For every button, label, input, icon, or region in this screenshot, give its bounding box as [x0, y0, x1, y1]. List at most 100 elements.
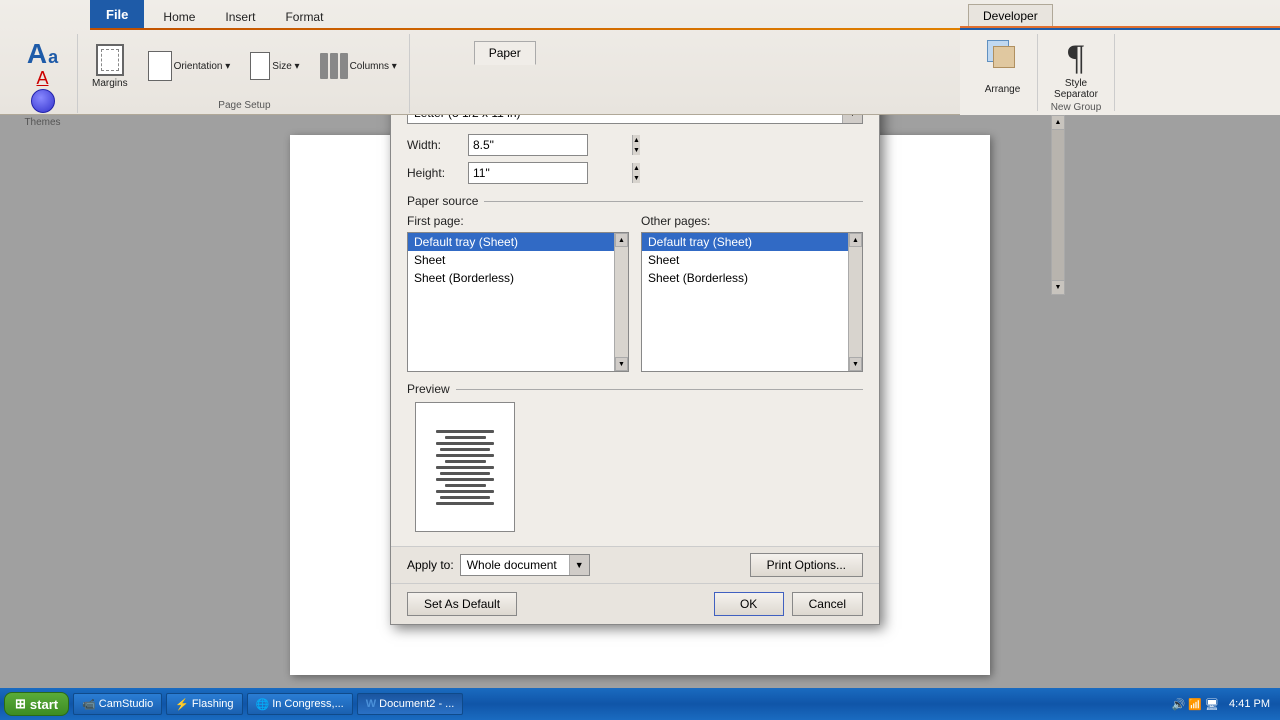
first-page-item-1[interactable]: Sheet [408, 251, 614, 269]
height-input[interactable] [469, 166, 632, 180]
document-icon: W [366, 698, 376, 710]
ok-cancel-btns: OK Cancel [714, 592, 863, 616]
dialog-body: Paper size: Letter (8 1/2 x 11 in) ▼ Wid… [391, 66, 879, 546]
other-pages-item-0[interactable]: Default tray (Sheet) [642, 233, 848, 251]
width-spin-btns: ▲ ▼ [632, 135, 640, 155]
new-group-label: New Group [1051, 102, 1102, 113]
size-label: Size ▾ [272, 61, 299, 72]
taskbar-right: 🔊 📶 🖥 4:41 PM [1172, 698, 1276, 711]
ribbon-group-page-setup: Margins Orientation ▾ Size ▾ [80, 34, 410, 113]
tab-developer[interactable]: Developer [968, 4, 1053, 26]
taskbar-item-congress[interactable]: 🌐 In Congress,... [247, 693, 353, 715]
apply-to-arrow[interactable]: ▼ [569, 555, 589, 575]
start-label: start [30, 697, 58, 712]
style-separator-label: Style Separator [1046, 78, 1106, 100]
first-page-panel: First page: Default tray (Sheet) Sheet S… [407, 214, 629, 372]
paper-source-line [484, 201, 863, 202]
pline-10 [445, 484, 486, 487]
columns-icon [320, 53, 348, 79]
tab-home[interactable]: Home [148, 4, 210, 28]
width-spin-up[interactable]: ▲ [633, 135, 640, 145]
themes-items: A a A [23, 38, 62, 115]
columns-button[interactable]: Columns ▾ [314, 49, 403, 83]
flashing-icon: ⚡ [175, 698, 189, 711]
ribbon-group-style-separator: ¶ Style Separator New Group [1038, 34, 1115, 111]
other-pages-scroll-down[interactable]: ▼ [849, 357, 862, 371]
other-pages-item-2[interactable]: Sheet (Borderless) [642, 269, 848, 287]
ok-btn[interactable]: OK [714, 592, 784, 616]
margins-button[interactable]: Margins [86, 40, 134, 93]
first-page-item-0[interactable]: Default tray (Sheet) [408, 233, 614, 251]
paper-source-row: First page: Default tray (Sheet) Sheet S… [407, 214, 863, 372]
taskbar: ⊞ start 📹 CamStudio ⚡ Flashing 🌐 In Cong… [0, 688, 1280, 720]
camstudio-label: CamStudio [99, 698, 153, 710]
other-pages-item-1[interactable]: Sheet [642, 251, 848, 269]
first-page-scroll-down[interactable]: ▼ [615, 357, 628, 371]
margins-icon [96, 44, 124, 76]
taskbar-item-flashing[interactable]: ⚡ Flashing [166, 693, 242, 715]
other-pages-scrollbar[interactable]: ▲ ▼ [848, 233, 862, 371]
page-setup-label: Page Setup [218, 100, 270, 111]
preview-content [407, 402, 863, 532]
preview-line-sep [456, 389, 863, 390]
orientation-button[interactable]: Orientation ▾ [142, 47, 237, 85]
height-spin-down[interactable]: ▼ [633, 173, 640, 183]
dialog-tab-paper[interactable]: Paper [474, 41, 536, 65]
pline-1 [436, 430, 493, 433]
pline-7 [436, 466, 493, 469]
congress-label: In Congress,... [272, 698, 344, 710]
width-spin[interactable]: ▲ ▼ [468, 134, 588, 156]
themes-button[interactable]: A a A [23, 38, 62, 115]
width-spin-down[interactable]: ▼ [633, 145, 640, 155]
ribbon-group-themes: A a A Themes [8, 34, 78, 113]
developer-content: Arrange ¶ Style Separator New Group [960, 28, 1280, 115]
pline-11 [436, 490, 493, 493]
ribbon-group-arrange: Arrange [968, 34, 1038, 111]
cancel-btn[interactable]: Cancel [792, 592, 863, 616]
para-mark: ¶ [1068, 36, 1084, 78]
doc-vscrollbar[interactable]: ▲ ▼ [1051, 115, 1065, 295]
first-page-scrollbar[interactable]: ▲ ▼ [614, 233, 628, 371]
scroll-up-btn[interactable]: ▲ [1052, 116, 1064, 130]
first-page-listbox-content: Default tray (Sheet) Sheet Sheet (Border… [408, 233, 628, 287]
size-button[interactable]: Size ▾ [244, 48, 305, 84]
style-separator-icon: ¶ [1060, 38, 1092, 76]
preview-box [415, 402, 515, 532]
clock: 4:41 PM [1223, 698, 1276, 710]
scroll-down-btn[interactable]: ▼ [1052, 280, 1064, 294]
first-page-scroll-track [615, 247, 628, 357]
width-input[interactable] [469, 138, 632, 152]
taskbar-item-document[interactable]: W Document2 - ... [357, 693, 464, 715]
tab-insert[interactable]: Insert [210, 4, 270, 28]
print-options-btn[interactable]: Print Options... [750, 553, 863, 577]
pline-5 [436, 454, 493, 457]
themes-label: Themes [24, 117, 60, 128]
first-page-item-2[interactable]: Sheet (Borderless) [408, 269, 614, 287]
other-pages-scroll-up[interactable]: ▲ [849, 233, 862, 247]
taskbar-item-camstudio[interactable]: 📹 CamStudio [73, 693, 162, 715]
height-spin[interactable]: ▲ ▼ [468, 162, 588, 184]
first-page-listbox[interactable]: Default tray (Sheet) Sheet Sheet (Border… [407, 232, 629, 372]
pline-3 [436, 442, 493, 445]
tab-format[interactable]: Format [270, 4, 338, 28]
scroll-track [1052, 130, 1064, 280]
set-as-default-btn[interactable]: Set As Default [407, 592, 517, 616]
other-pages-scroll-track [849, 247, 862, 357]
arrange-icon [985, 38, 1021, 74]
other-pages-listbox[interactable]: Default tray (Sheet) Sheet Sheet (Border… [641, 232, 863, 372]
style-separator-button[interactable]: ¶ Style Separator [1046, 38, 1106, 100]
height-spin-up[interactable]: ▲ [633, 163, 640, 173]
apply-to-dropdown[interactable]: Whole document ▼ [460, 554, 590, 576]
themes-circle [31, 89, 55, 113]
dialog-bottom-row: Set As Default OK Cancel [391, 583, 879, 624]
themes-aa-small: a [48, 47, 58, 68]
ribbon: File Home Insert Format A a A Themes [0, 0, 1280, 115]
first-page-label: First page: [407, 214, 629, 228]
first-page-scroll-up[interactable]: ▲ [615, 233, 628, 247]
dialog-footer-main: Apply to: Whole document ▼ Print Options… [391, 546, 879, 583]
arrange-square-2 [993, 46, 1015, 68]
start-button[interactable]: ⊞ start [4, 692, 69, 716]
preview-label-text: Preview [407, 382, 450, 396]
tab-file[interactable]: File [90, 0, 144, 28]
margins-label: Margins [92, 78, 128, 89]
